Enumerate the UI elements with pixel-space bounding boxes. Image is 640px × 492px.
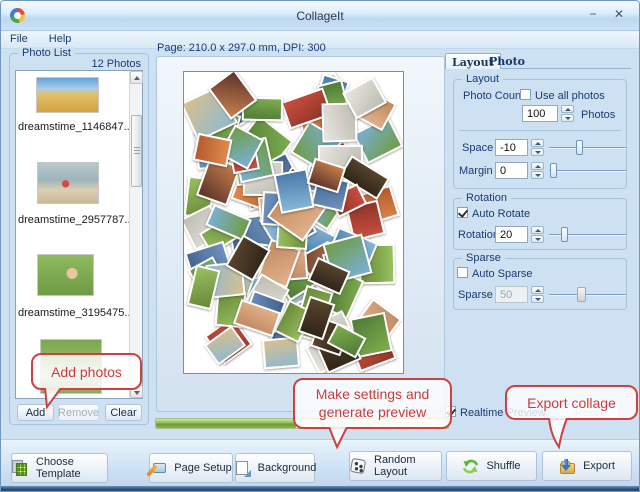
titlebar[interactable]: CollageIt − ✕ (1, 1, 639, 31)
sparse-field[interactable]: 50 (495, 286, 528, 303)
callout-export-collage-tail (548, 418, 568, 450)
list-scrollbar[interactable] (129, 71, 143, 398)
random-layout-label: Random Layout (374, 454, 416, 478)
shuffle-button[interactable]: Shuffle (446, 451, 537, 481)
sparse-slider[interactable] (549, 286, 626, 303)
auto-rotate-checkbox[interactable] (457, 207, 468, 218)
background-button[interactable]: Background (234, 453, 317, 483)
page-setup-button[interactable]: Page Setup (146, 453, 233, 483)
export-label: Export (583, 460, 615, 472)
photo-thumbnail[interactable] (36, 77, 99, 113)
random-layout-button[interactable]: Random Layout (349, 451, 442, 481)
export-button[interactable]: Export (542, 451, 632, 481)
tab-photo[interactable]: Photo (483, 53, 531, 69)
photo-filename[interactable]: dreamstime_1146847... (18, 121, 133, 133)
random-layout-icon (349, 457, 367, 475)
space-field[interactable]: -10 (495, 139, 528, 156)
choose-template-button[interactable]: Choose Template (11, 453, 108, 483)
collage-photo (273, 167, 315, 214)
photo-count-field[interactable]: 100 (522, 105, 558, 122)
collageit-window: CollageIt − ✕ File Help Photo List 12 Ph… (0, 0, 640, 492)
rotation-spinner[interactable] (531, 226, 544, 243)
progress-fill (156, 419, 297, 428)
space-spinner[interactable] (531, 139, 544, 156)
choose-template-icon (12, 459, 29, 477)
background-icon (234, 460, 251, 477)
photo-listbox[interactable]: dreamstime_1146847... dreamstime_2957787… (15, 70, 143, 399)
photo-filename[interactable]: dreamstime_2957787... (18, 214, 134, 226)
shuffle-icon (462, 458, 479, 475)
window-title: CollageIt (296, 9, 344, 23)
photos-suffix-label: Photos (581, 109, 616, 121)
page-info-label: Page: 210.0 x 297.0 mm, DPI: 300 (157, 42, 326, 54)
page-setup-icon (146, 460, 167, 477)
margin-spinner[interactable] (531, 162, 544, 179)
settings-tabstrip: Layout Photo (445, 53, 631, 69)
shuffle-label: Shuffle (486, 460, 521, 472)
photo-thumbnail[interactable] (37, 162, 99, 204)
sparse-group-label: Sparse (462, 252, 505, 264)
margin-slider[interactable] (549, 162, 626, 179)
window-bottom-frame (1, 486, 639, 491)
auto-sparse-label[interactable]: Auto Sparse (472, 268, 533, 280)
scroll-up-button[interactable] (130, 71, 143, 84)
rotation-group-label: Rotation (462, 192, 511, 204)
auto-sparse-checkbox[interactable] (457, 267, 468, 278)
photo-count-total-label: 12 Photos (91, 58, 141, 70)
choose-template-label: Choose Template (36, 456, 81, 480)
close-button[interactable]: ✕ (609, 6, 629, 22)
scroll-thumb[interactable] (131, 115, 142, 187)
margin-field[interactable]: 0 (495, 162, 528, 179)
menu-item-file[interactable]: File (1, 31, 37, 47)
space-label: Space (462, 142, 494, 154)
rotation-label: Rotation (458, 229, 499, 241)
photo-filename[interactable]: dreamstime_3195475... (18, 307, 134, 319)
collage-photo (261, 336, 301, 370)
sparse-spinner[interactable] (531, 286, 544, 303)
use-all-photos-checkbox[interactable] (520, 89, 531, 100)
background-label: Background (257, 462, 317, 474)
photo-count-label: Photo Count (463, 90, 525, 102)
use-all-photos-label[interactable]: Use all photos (535, 90, 605, 102)
photo-thumbnail[interactable] (37, 254, 94, 296)
callout-add-photos: Add photos (31, 353, 142, 390)
rotation-slider[interactable] (549, 226, 626, 243)
layout-separator (459, 130, 621, 131)
margin-label: Margin (459, 165, 493, 177)
auto-rotate-label[interactable]: Auto Rotate (472, 208, 530, 220)
export-icon (559, 458, 576, 475)
callout-make-settings-tail (328, 427, 348, 450)
rotation-field[interactable]: 20 (495, 226, 528, 243)
minimize-button[interactable]: − (583, 6, 603, 22)
collage-page[interactable] (183, 71, 404, 374)
photo-count-spinner[interactable] (561, 105, 574, 122)
space-slider[interactable] (549, 139, 626, 156)
callout-make-settings: Make settings and generate preview (293, 378, 452, 429)
callout-export-collage: Export collage (505, 385, 638, 420)
page-setup-label: Page Setup (174, 462, 232, 474)
callout-add-photos-tail (44, 388, 62, 410)
clear-button[interactable]: Clear (105, 404, 142, 421)
layout-group-label: Layout (462, 73, 504, 85)
sparse-label: Sparse (458, 289, 493, 301)
menu-item-help[interactable]: Help (40, 31, 81, 47)
